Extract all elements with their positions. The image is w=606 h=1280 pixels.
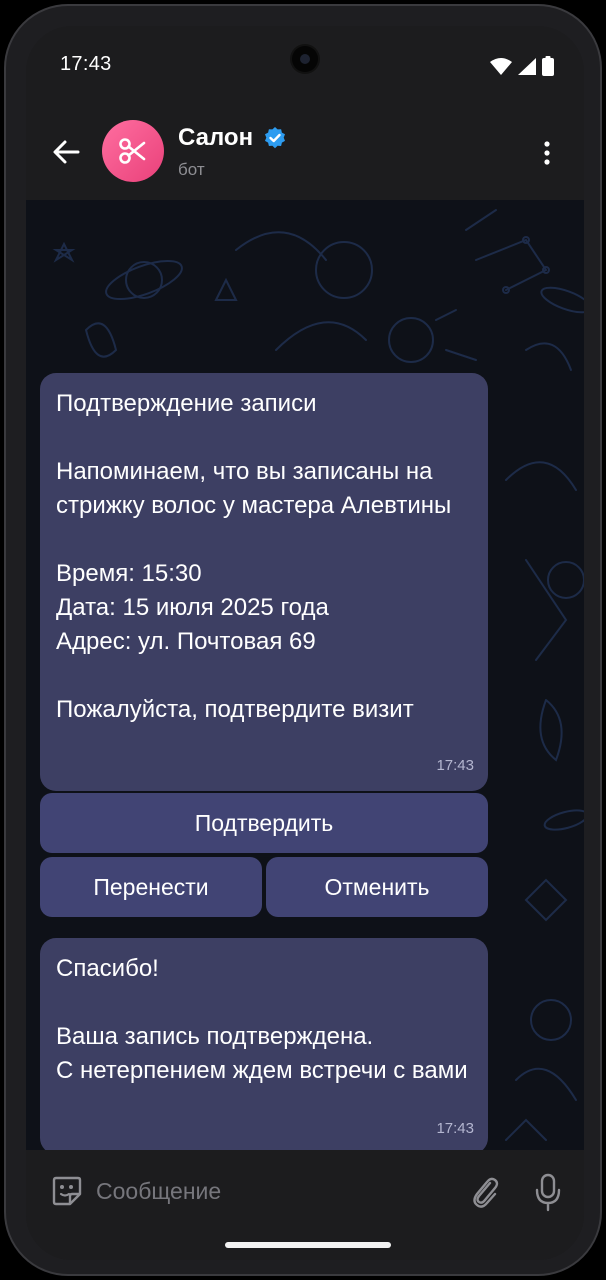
chat-header: Салон бот [26, 94, 584, 200]
status-icons [490, 56, 554, 76]
message-text: Напоминаем, что вы записаны на стрижку в… [56, 458, 452, 519]
sticker-icon[interactable] [50, 1174, 84, 1208]
cancel-button[interactable]: Отменить [266, 857, 488, 917]
message-heading: Спасибо! [56, 955, 159, 982]
reschedule-button[interactable]: Перенести [40, 857, 262, 917]
message-input[interactable]: Сообщение [96, 1178, 221, 1205]
front-camera [292, 46, 318, 72]
message-text: Пожалуйста, подтвердите визит [56, 696, 414, 723]
confirm-button[interactable]: Подтвердить [40, 793, 488, 853]
status-time: 17:43 [60, 53, 112, 75]
scissors-icon [119, 138, 146, 164]
appointment-details: Время: 15:30 Дата: 15 июля 2025 года Адр… [56, 560, 329, 655]
chat-subtitle: бот [178, 160, 205, 179]
screen: 17:43 Салон бот Подтверждение записи Нап… [26, 26, 584, 1260]
avatar[interactable] [102, 120, 164, 182]
message-heading: Подтверждение записи [56, 390, 317, 417]
message-time: 17:43 [436, 757, 474, 774]
microphone-icon[interactable] [532, 1172, 564, 1212]
more-menu-icon[interactable] [532, 138, 562, 168]
message-text: Ваша запись подтверждена. С нетерпением … [56, 1023, 468, 1084]
message-time: 17:43 [436, 1120, 474, 1137]
message-bubble-reminder[interactable]: Подтверждение записи Напоминаем, что вы … [40, 373, 488, 791]
back-arrow-icon[interactable] [48, 134, 84, 170]
phone-frame: 17:43 Салон бот Подтверждение записи Нап… [4, 4, 602, 1276]
title-row[interactable]: Салон [178, 124, 287, 152]
wifi-icon [490, 57, 512, 75]
message-composer: Сообщение [26, 1150, 584, 1260]
battery-icon [542, 56, 554, 76]
chat-title: Салон [178, 124, 254, 151]
attach-paperclip-icon[interactable] [468, 1174, 502, 1210]
chat-area[interactable]: Подтверждение записи Напоминаем, что вы … [26, 200, 584, 1150]
signal-icon [518, 57, 536, 75]
status-bar: 17:43 [26, 26, 584, 94]
message-bubble-confirmation[interactable]: Спасибо! Ваша запись подтверждена. С нет… [40, 938, 488, 1150]
verified-badge-icon [265, 127, 286, 149]
home-indicator[interactable] [225, 1242, 391, 1248]
